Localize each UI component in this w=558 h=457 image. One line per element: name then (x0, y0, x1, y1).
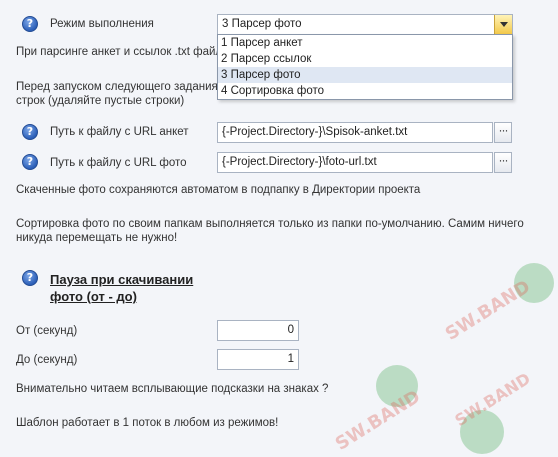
ankets-path-input[interactable]: {-Project.Directory-}\Spisok-anket.txt (217, 122, 493, 143)
note-parsing: При парсинге анкет и ссылок .txt файл (16, 46, 223, 58)
note-sort-2: никуда перемещать не нужно! (16, 232, 178, 244)
help-icon-pause[interactable]: ? (22, 270, 38, 286)
photo-path-input[interactable]: {-Project.Directory-}\foto-url.txt (217, 152, 493, 173)
pause-from-label: От (секунд) (16, 325, 78, 337)
note-tooltips: Внимательно читаем всплывающие подсказки… (16, 383, 329, 395)
mode-label: Режим выполнения (50, 18, 154, 30)
help-icon-ankets-path[interactable]: ? (22, 124, 38, 140)
ankets-path-label: Путь к файлу с URL анкет (50, 126, 189, 138)
note-saved-photos: Скаченные фото сохраняются автоматом в п… (16, 184, 421, 196)
pause-from-input[interactable]: 0 (217, 320, 299, 341)
pause-to-input[interactable]: 1 (217, 349, 299, 370)
watermark-text: SW.BAND (441, 276, 535, 345)
mode-option-4[interactable]: 4 Сортировка фото (218, 83, 512, 99)
chevron-down-icon[interactable] (494, 15, 512, 34)
mode-dropdown-list: 1 Парсер анкет 2 Парсер ссылок 3 Парсер … (217, 34, 513, 100)
note-threads: Шаблон работает в 1 поток в любом из реж… (16, 417, 279, 429)
note-sort-1: Сортировка фото по своим папкам выполняе… (16, 218, 524, 230)
note-before-run-1: Перед запуском следующего задания (16, 81, 218, 93)
mode-option-1[interactable]: 1 Парсер анкет (218, 35, 512, 51)
pause-title-2: фото (от - до) (50, 289, 137, 304)
mode-selected-value: 3 Парсер фото (222, 18, 302, 30)
mode-option-3[interactable]: 3 Парсер фото (218, 67, 512, 83)
photo-path-label: Путь к файлу с URL фото (50, 157, 187, 169)
ankets-browse-button[interactable]: ··· (494, 122, 512, 143)
help-icon-mode[interactable]: ? (22, 16, 38, 32)
help-icon-photo-path[interactable]: ? (22, 154, 38, 170)
photo-browse-button[interactable]: ··· (494, 152, 512, 173)
mode-select[interactable]: 3 Парсер фото (217, 14, 513, 35)
pause-title-1: Пауза при скачивании (50, 272, 194, 287)
mode-option-2[interactable]: 2 Парсер ссылок (218, 51, 512, 67)
pause-to-label: До (секунд) (16, 354, 78, 366)
note-before-run-2: строк (удаляйте пустые строки) (16, 95, 185, 107)
